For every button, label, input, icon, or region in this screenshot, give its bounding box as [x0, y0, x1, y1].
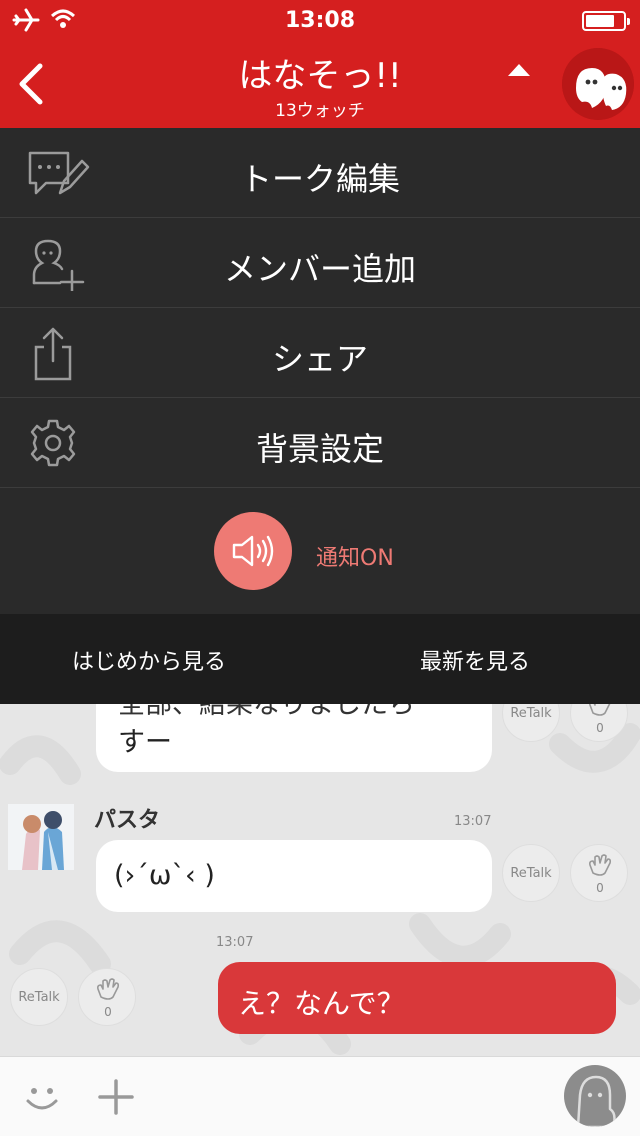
menu-item-label: トーク編集	[239, 160, 400, 198]
clap-icon	[97, 978, 120, 1000]
clap-icon	[589, 704, 611, 716]
page-title: はなそっ!!	[238, 56, 402, 96]
view-latest-button[interactable]: 最新を見る	[420, 644, 530, 676]
talk-menu: トーク編集 メンバー追加 シェア 背景設定 通知ON	[0, 128, 640, 614]
talk-avatar[interactable]	[562, 48, 634, 120]
menu-item-add-member[interactable]: メンバー追加	[0, 218, 640, 308]
menu-item-share[interactable]: シェア	[0, 308, 640, 398]
speaker-icon	[232, 535, 274, 567]
menu-item-label: 背景設定	[255, 430, 384, 468]
watch-count: 13ウォッチ	[275, 101, 365, 121]
collapse-menu-button[interactable]	[506, 62, 532, 82]
status-bar: 13:08	[0, 0, 640, 40]
clap-icon	[589, 854, 612, 876]
clap-count: 0	[596, 881, 604, 895]
menu-item-label: シェア	[271, 340, 368, 378]
chevron-left-icon	[19, 63, 43, 105]
retalk-button[interactable]: ReTalk	[10, 968, 68, 1026]
profile-button[interactable]	[564, 1065, 626, 1127]
avatar[interactable]	[8, 804, 74, 870]
message-author: パスタ	[94, 808, 161, 833]
message-text-line: 全部、結果なりましたら	[118, 704, 415, 720]
retalk-button[interactable]: ReTalk	[502, 844, 560, 902]
message-text: (›´ω`‹ )	[114, 860, 215, 891]
input-bar	[0, 1056, 640, 1136]
message-bubble[interactable]: (›´ω`‹ )	[96, 840, 492, 912]
notification-toggle-button[interactable]	[214, 512, 292, 590]
message-bubble[interactable]: 全部、結果なりましたら すー	[96, 704, 492, 772]
history-bar: はじめから見る 最新を見る	[0, 614, 640, 704]
emoji-button[interactable]	[22, 1077, 62, 1121]
clap-count: 0	[596, 721, 604, 735]
menu-item-edit-talk[interactable]: トーク編集	[0, 128, 640, 218]
user-avatar-image	[8, 804, 74, 870]
back-button[interactable]	[8, 54, 52, 114]
message-text-line: すー	[118, 727, 172, 758]
ghost-avatar-icon	[562, 48, 634, 120]
view-from-start-button[interactable]: はじめから見る	[72, 644, 226, 676]
smiley-icon	[26, 1088, 58, 1110]
status-time: 13:08	[284, 8, 356, 33]
notification-status-label: 通知ON	[316, 546, 394, 571]
message-timestamp: 13:07	[216, 935, 254, 950]
plus-icon	[98, 1079, 134, 1115]
ghost-profile-icon	[576, 1075, 616, 1127]
clap-button[interactable]: 0	[78, 968, 136, 1026]
clap-count: 0	[104, 1005, 112, 1019]
notification-toggle-row: 通知ON	[0, 488, 640, 614]
triangle-up-icon	[508, 64, 530, 76]
clap-button[interactable]: 0	[570, 844, 628, 902]
menu-item-label: メンバー追加	[223, 250, 416, 288]
menu-item-background[interactable]: 背景設定	[0, 398, 640, 488]
my-message-bubble[interactable]: え？なんで？	[218, 962, 616, 1034]
top-bar: 13:08 はなそっ!! 13ウォッチ	[0, 0, 640, 128]
message-timestamp: 13:07	[454, 814, 492, 829]
chat-area: 全部、結果なりましたら すー ReTalk 0 パスタ 13:07 (›´ω`‹…	[0, 704, 640, 1056]
message-text: え？なんで？	[238, 987, 405, 1020]
battery-icon	[582, 11, 630, 31]
add-attachment-button[interactable]	[96, 1077, 136, 1121]
